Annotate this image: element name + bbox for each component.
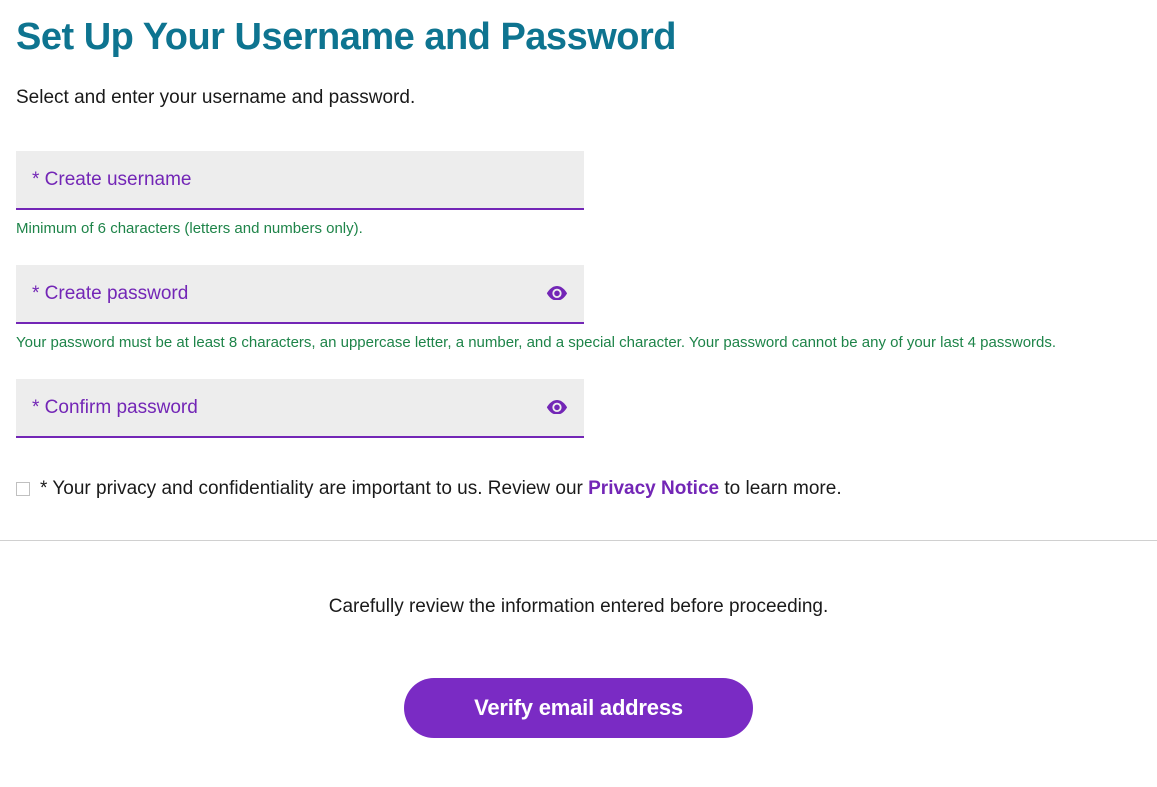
password-input[interactable] — [16, 265, 584, 322]
password-input-container: * Create password — [16, 265, 584, 324]
review-text: Carefully review the information entered… — [329, 596, 829, 618]
confirm-visibility-toggle-icon[interactable] — [546, 400, 568, 416]
bottom-section: Carefully review the information entered… — [0, 541, 1157, 758]
username-field-wrapper: * Create username Minimum of 6 character… — [16, 151, 1141, 237]
privacy-suffix: to learn more. — [719, 478, 842, 499]
instruction-text: Select and enter your username and passw… — [16, 87, 1141, 109]
confirm-password-input[interactable] — [16, 379, 584, 436]
password-visibility-toggle-icon[interactable] — [546, 286, 568, 302]
privacy-text: * Your privacy and confidentiality are i… — [40, 478, 842, 500]
password-field-wrapper: * Create password Your password must be … — [16, 265, 1141, 351]
privacy-row: * Your privacy and confidentiality are i… — [16, 478, 1141, 500]
verify-email-button[interactable]: Verify email address — [404, 678, 753, 738]
privacy-notice-link[interactable]: Privacy Notice — [588, 478, 719, 499]
confirm-input-container: * Confirm password — [16, 379, 584, 438]
username-input[interactable] — [16, 151, 584, 208]
confirm-field-wrapper: * Confirm password — [16, 379, 1141, 438]
page-title: Set Up Your Username and Password — [16, 16, 1141, 59]
privacy-checkbox[interactable] — [16, 482, 30, 496]
username-input-container: * Create username — [16, 151, 584, 210]
password-hint: Your password must be at least 8 charact… — [16, 334, 1141, 351]
privacy-prefix: * Your privacy and confidentiality are i… — [40, 478, 588, 499]
username-hint: Minimum of 6 characters (letters and num… — [16, 220, 1141, 237]
